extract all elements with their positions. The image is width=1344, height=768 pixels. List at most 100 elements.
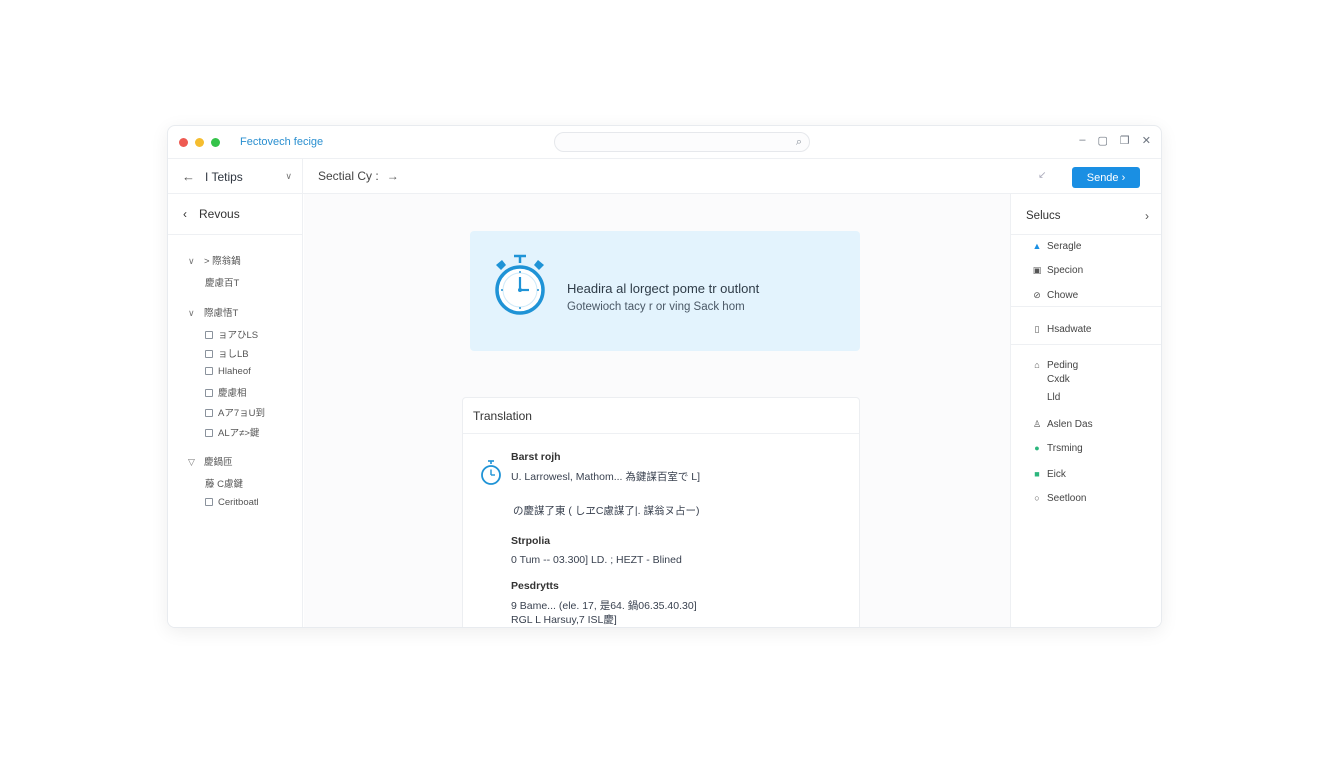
minimize-light[interactable] xyxy=(195,137,204,147)
sidebar-tree-item[interactable]: Aア7ョU到 xyxy=(205,405,265,419)
sidebar-header[interactable]: ‹ Revous xyxy=(168,194,302,235)
section-heading-3: Pesdrytts xyxy=(511,580,559,592)
right-panel-item-label: Chowe xyxy=(1047,290,1079,301)
maximize-icon[interactable]: ▢ xyxy=(1098,134,1108,147)
sidebar-tree-label: Aア7ョU到 xyxy=(218,408,265,419)
right-panel-item-label: Hsadwate xyxy=(1047,324,1092,335)
sidebar-header-label: Revous xyxy=(199,207,240,221)
right-panel-item[interactable]: Cxdk xyxy=(1031,374,1070,385)
right-panel-title: Selucs xyxy=(1026,210,1061,222)
sidebar-tree-item[interactable]: 慶慮相 xyxy=(205,385,247,399)
sidebar-tree-item[interactable]: 藤 C慮鍵 xyxy=(205,476,243,490)
sidebar-tree-item[interactable]: ョアひLS xyxy=(205,327,258,341)
right-panel-item[interactable]: ▲ Seragle xyxy=(1031,241,1082,252)
checkbox-icon[interactable] xyxy=(205,331,213,339)
left-sidebar: ‹ Revous ∨ > 際翁鍋 慶慮百T ∨ 際慮悟T ョアひLS ョしLB Hlaheof… xyxy=(168,194,303,627)
sidebar-tree-label: 藤 C慮鍵 xyxy=(205,479,244,490)
drop-icon: ⌂ xyxy=(1034,360,1040,370)
checkbox-icon[interactable] xyxy=(205,429,213,437)
right-panel-item-label: Seetloon xyxy=(1047,493,1087,504)
checkbox-icon[interactable] xyxy=(205,350,213,358)
chevron-left-icon[interactable]: ‹ xyxy=(183,207,187,221)
close-light[interactable] xyxy=(179,137,188,147)
expand-caret-icon[interactable]: ▽ xyxy=(188,457,204,468)
forward-arrow-icon[interactable]: → xyxy=(387,169,399,183)
translation-line-3: 0 Tum -- 03.300] LD. ; HEZT - Blined xyxy=(511,554,682,566)
main-content: Headira al lorgect pome tr outlont Gotew… xyxy=(304,194,1010,627)
send-button[interactable]: Sende › xyxy=(1072,167,1140,188)
right-panel-item[interactable]: ▣ Specion xyxy=(1031,265,1083,276)
right-panel-header[interactable]: Selucs › xyxy=(1011,194,1161,235)
translation-line-5: RGL L Harsuy,7 ISL慶] xyxy=(511,614,617,626)
right-panel-item[interactable]: ■ Eick xyxy=(1031,469,1066,480)
close-icon[interactable]: ✕ xyxy=(1142,134,1151,147)
info-banner: Headira al lorgect pome tr outlont Gotew… xyxy=(470,231,860,351)
right-panel-item-label: Trsming xyxy=(1047,443,1083,454)
search-icon: ⌕ xyxy=(795,136,802,148)
right-panel-item-label: Aslen Das xyxy=(1047,419,1093,430)
sidebar-tree-label: ョアひLS xyxy=(218,330,259,341)
translation-line-4: 9 Bame... (ele. 17, 是64. 鍋06.35.40.30] xyxy=(511,600,697,612)
minimize-icon[interactable]: – xyxy=(1079,134,1085,147)
section-heading-1: Barst rojh xyxy=(511,451,561,463)
checkbox-icon[interactable] xyxy=(205,409,213,417)
sidebar-tree-item[interactable]: Ceritboatl xyxy=(205,497,259,508)
sidebar-tree-item[interactable]: ▽ 慶鍋匝 xyxy=(188,454,233,468)
right-panel-item[interactable]: ○ Seetloon xyxy=(1031,493,1086,504)
right-panel-item[interactable]: ▯ Hsadwate xyxy=(1031,324,1092,335)
sidebar-tree-item[interactable]: ョしLB xyxy=(205,346,249,360)
right-panel: Selucs › ▲ Seragle ▣ Specion ⊘ Chowe ▯ Hsadwate… xyxy=(1010,194,1161,627)
sidebar-tree-label: ョしLB xyxy=(218,349,249,360)
right-panel-item[interactable]: ⊘ Chowe xyxy=(1031,290,1078,301)
divider xyxy=(1011,344,1161,345)
right-panel-item-label: Lld xyxy=(1047,392,1061,403)
nav-selector[interactable]: ← I Tetips ∨ xyxy=(168,159,303,194)
sidebar-tree-label: ALア≠>鍵 xyxy=(218,428,260,439)
search-input[interactable]: ⌕ xyxy=(554,132,810,152)
stopwatch-icon xyxy=(495,254,545,315)
breadcrumb-label: Sectial Cy : xyxy=(318,169,379,183)
window-controls: – ▢ ❐ ✕ xyxy=(1079,134,1151,147)
app-window: Fectovech fecige ⌕ – ▢ ❐ ✕ ← I Tetips ∨ … xyxy=(167,125,1162,628)
sidebar-tree-item[interactable]: ∨ 際慮悟T xyxy=(188,305,238,319)
right-panel-item[interactable]: Lld xyxy=(1031,392,1060,403)
sidebar-tree-label: Ceritboatl xyxy=(218,497,259,508)
sidebar-tree-item[interactable]: Hlaheof xyxy=(205,366,251,377)
status-dot-icon: ● xyxy=(1034,443,1040,453)
checkbox-icon[interactable] xyxy=(205,389,213,397)
sidebar-tree-item[interactable]: 慶慮百T xyxy=(205,275,239,289)
title-bar: Fectovech fecige ⌕ – ▢ ❐ ✕ xyxy=(168,126,1161,159)
right-panel-item-label: Seragle xyxy=(1047,241,1082,252)
right-panel-item[interactable]: ● Trsming xyxy=(1031,443,1083,454)
right-panel-item[interactable]: ⌂ Peding xyxy=(1031,360,1078,371)
sidebar-tree-label: 慶鍋匝 xyxy=(204,457,233,468)
circle-icon: ○ xyxy=(1034,493,1040,503)
translation-line-2: の慶謀了東 ( しヱC慮謀了|. 謀翁ヌ占ー) xyxy=(513,505,700,517)
checkbox-icon[interactable] xyxy=(205,367,213,375)
right-panel-item-label: Eick xyxy=(1047,469,1066,480)
chevron-down-icon[interactable]: ∨ xyxy=(285,171,292,182)
sidebar-tree-label: > 際翁鍋 xyxy=(204,256,241,267)
edit-icon[interactable]: ↙ xyxy=(1038,170,1046,181)
folder-icon: ■ xyxy=(1034,469,1040,479)
link-icon: ⊘ xyxy=(1033,290,1041,300)
restore-icon[interactable]: ❐ xyxy=(1120,134,1130,147)
expand-caret-icon[interactable]: ∨ xyxy=(188,256,204,267)
expand-caret-icon[interactable]: ∨ xyxy=(188,308,204,319)
checkbox-icon[interactable] xyxy=(205,498,213,506)
person-icon: ▲ xyxy=(1032,241,1042,251)
traffic-lights xyxy=(179,137,220,147)
sidebar-tree-label: 慶慮相 xyxy=(218,388,247,399)
app-title: Fectovech fecige xyxy=(240,136,324,148)
right-panel-item[interactable]: ♙ Aslen Das xyxy=(1031,419,1093,430)
zoom-light[interactable] xyxy=(211,137,220,147)
section-heading-2: Strpolia xyxy=(511,535,551,547)
sidebar-tree-item[interactable]: ALア≠>鍵 xyxy=(205,425,259,439)
chevron-right-icon[interactable]: › xyxy=(1145,209,1149,223)
person-outline-icon: ♙ xyxy=(1032,419,1042,429)
breadcrumb: Sectial Cy : → xyxy=(318,169,399,183)
sidebar-tree-item[interactable]: ∨ > 際翁鍋 xyxy=(188,253,241,267)
back-arrow-icon[interactable]: ← xyxy=(182,169,195,184)
clipboard-icon: ▯ xyxy=(1034,324,1040,334)
card-header: Translation xyxy=(463,398,859,434)
